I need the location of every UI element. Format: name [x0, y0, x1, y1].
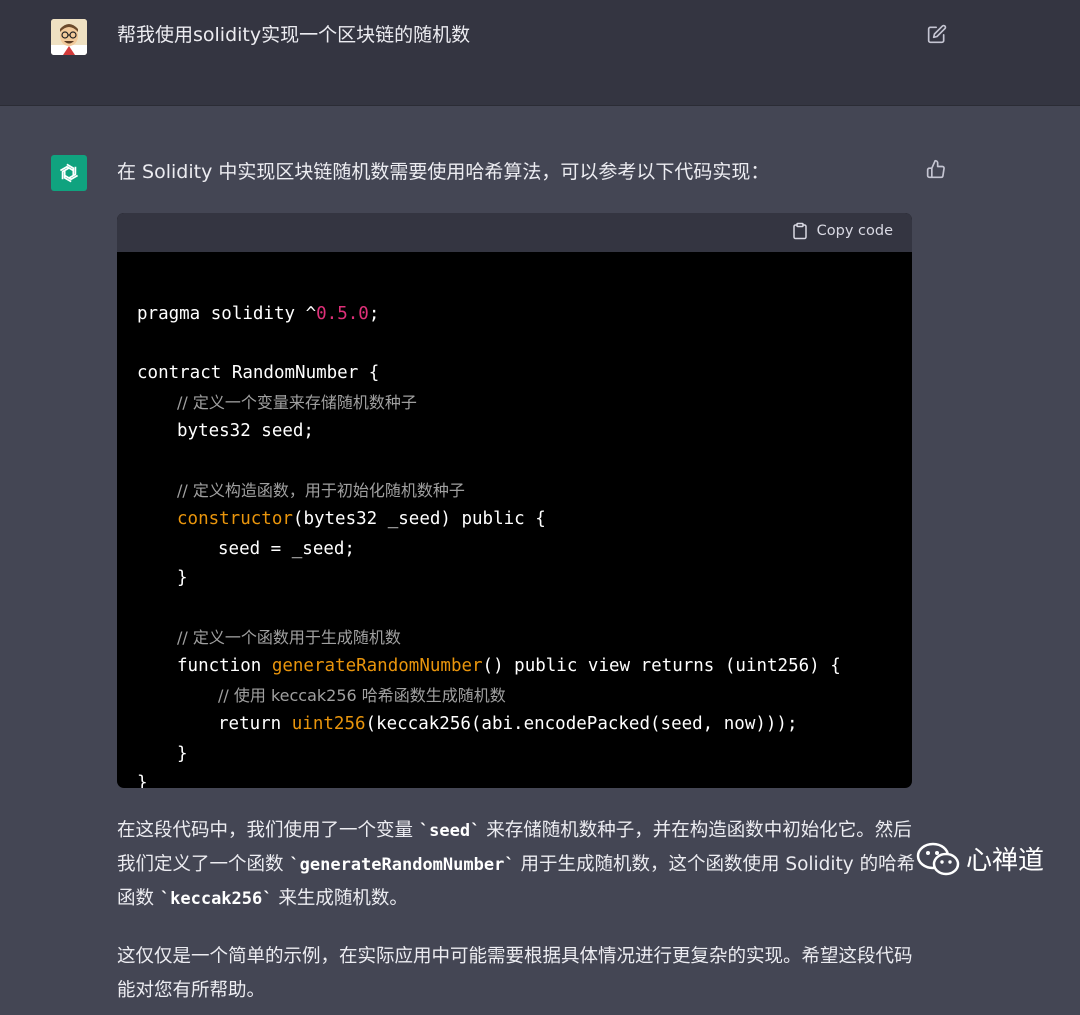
- thumbs-up-icon: [926, 159, 945, 179]
- watermark: 心禅道: [916, 840, 1044, 877]
- user-avatar: [51, 19, 87, 55]
- inline-code: `seed`: [418, 821, 481, 841]
- code-comment: // 使用 keccak256 哈希函数生成随机数: [218, 686, 506, 706]
- edit-icon: [927, 24, 947, 44]
- code-comment: // 定义构造函数，用于初始化随机数种子: [177, 481, 465, 501]
- user-message-row: 帮我使用solidity实现一个区块链的随机数: [0, 0, 1080, 106]
- clipboard-icon: [792, 222, 807, 240]
- code-comment: // 定义一个函数用于生成随机数: [177, 627, 401, 647]
- watermark-text: 心禅道: [966, 846, 1045, 876]
- wechat-icon: [916, 842, 960, 875]
- assistant-message-row: 在 Solidity 中实现区块链随机数需要使用哈希算法，可以参考以下代码实现：…: [0, 106, 1080, 1015]
- code-line: }: [177, 567, 188, 588]
- code-line: }: [177, 743, 188, 764]
- code-line: }: [137, 773, 148, 788]
- code-line: pragma solidity ^0.5.0;: [137, 304, 380, 325]
- user-avatar-photo: [51, 19, 87, 55]
- code-line: seed = _seed;: [218, 538, 355, 559]
- code-block-header: Copy code: [117, 213, 912, 252]
- assistant-avatar: [51, 155, 87, 191]
- copy-code-label: Copy code: [816, 223, 893, 239]
- inline-code: `keccak256`: [159, 889, 273, 909]
- explanation-paragraph: 在这段代码中，我们使用了一个变量 `seed` 来存储随机数种子，并在构造函数中…: [117, 820, 916, 909]
- code-comment: // 定义一个变量来存储随机数种子: [177, 393, 417, 413]
- user-message-text: 帮我使用solidity实现一个区块链的随机数: [117, 24, 471, 46]
- thumbs-up-button[interactable]: [924, 157, 948, 181]
- code-content: pragma solidity ^0.5.0; contract RandomNu…: [117, 252, 912, 788]
- code-line: bytes32 seed;: [177, 421, 314, 442]
- code-line: contract RandomNumber {: [137, 362, 380, 383]
- code-line: function generateRandomNumber() public v…: [177, 655, 841, 676]
- assistant-intro-text: 在 Solidity 中实现区块链随机数需要使用哈希算法，可以参考以下代码实现：: [117, 161, 770, 183]
- closing-paragraph: 这仅仅是一个简单的示例，在实际应用中可能需要根据具体情况进行更复杂的实现。希望这…: [117, 946, 913, 1001]
- copy-code-button[interactable]: Copy code: [791, 222, 893, 240]
- code-block: Copy code pragma solidity ^0.5.0; contrac…: [117, 213, 912, 788]
- inline-code: `generateRandomNumber`: [289, 855, 515, 875]
- code-line: return uint256(keccak256(abi.encodePacke…: [218, 714, 798, 735]
- openai-logo-icon: [59, 163, 79, 183]
- code-line: constructor(bytes32 _seed) public {: [177, 509, 546, 530]
- edit-button[interactable]: [925, 22, 949, 46]
